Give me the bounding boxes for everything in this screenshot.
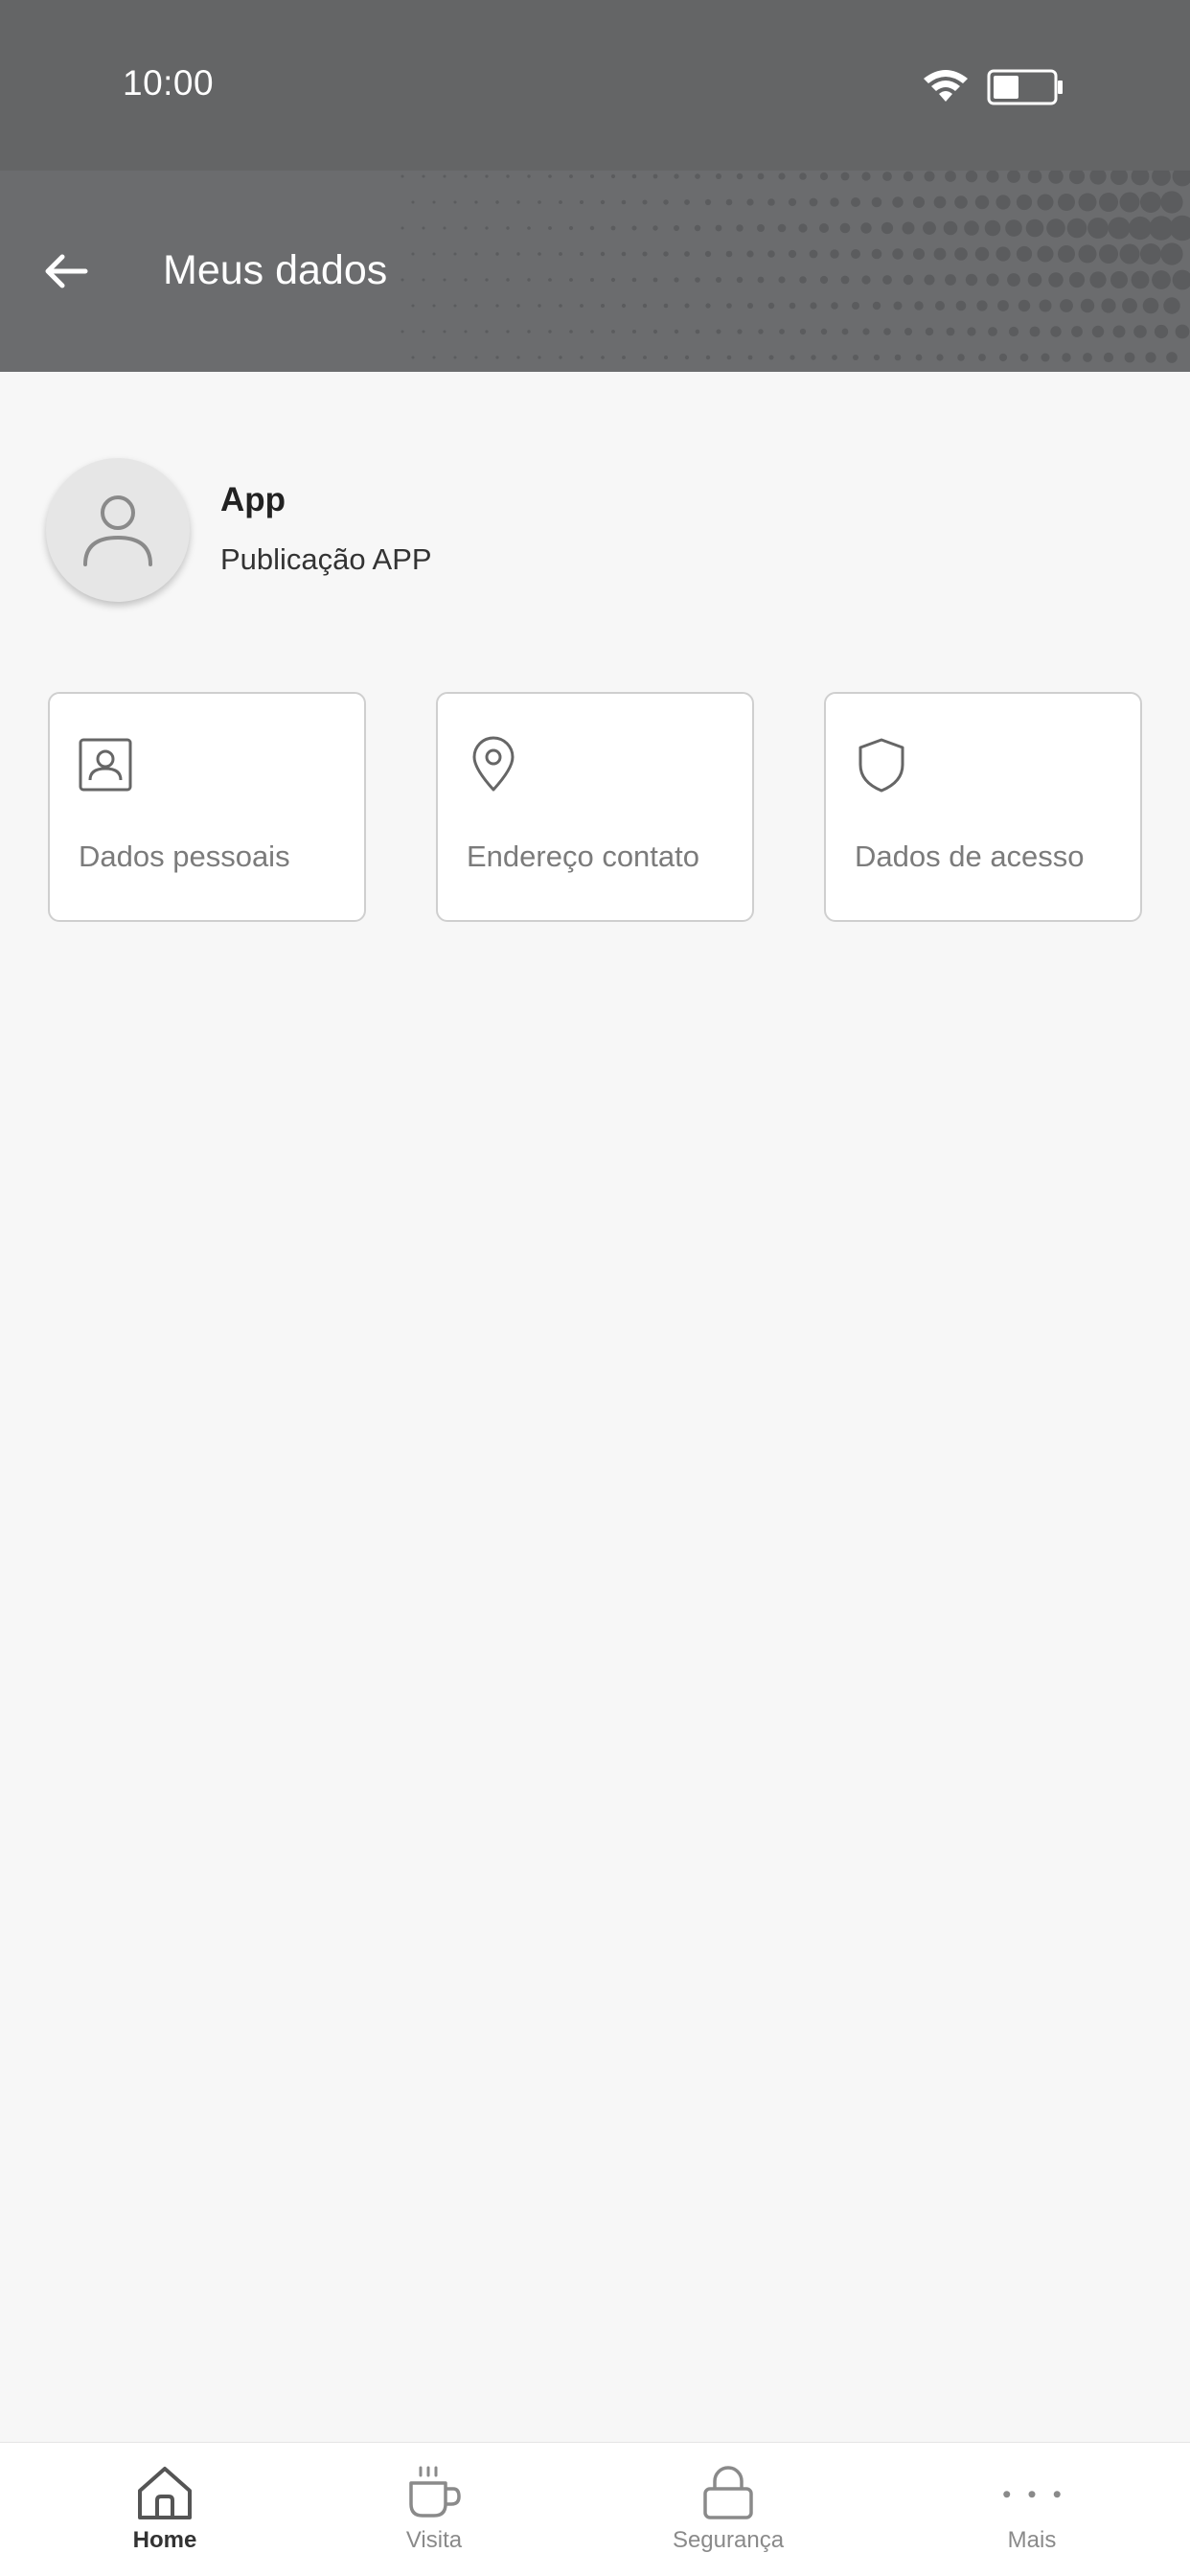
nav-visita[interactable]: Visita <box>319 2443 549 2576</box>
card-label: Dados de acesso <box>855 840 1085 873</box>
nav-label: Visita <box>405 2527 463 2553</box>
user-icon <box>83 495 152 566</box>
card-label: Endereço contato <box>467 840 700 873</box>
back-button[interactable] <box>34 240 98 303</box>
wifi-icon <box>924 70 968 102</box>
nav-label: Segurança <box>672 2527 785 2553</box>
bottom-nav: Home Visita Segurança Mais <box>0 2442 1190 2576</box>
shield-icon <box>858 738 904 793</box>
card-dados-pessoais[interactable]: Dados pessoais <box>48 692 366 922</box>
coffee-cup-icon <box>409 2466 461 2518</box>
card-dados-de-acesso[interactable]: Dados de acesso <box>824 692 1142 922</box>
nav-seguranca[interactable]: Segurança <box>613 2443 843 2576</box>
location-pin-icon <box>472 736 515 792</box>
profile-sections: Dados pessoais Endereço contato Dados de… <box>48 692 1144 924</box>
battery-icon <box>987 69 1063 105</box>
page-title: Meus dados <box>163 247 388 293</box>
home-icon <box>138 2467 192 2519</box>
more-dots-icon <box>1003 2491 1061 2498</box>
card-endereco-contato[interactable]: Endereço contato <box>436 692 754 922</box>
profile-name: App <box>220 481 286 518</box>
card-label: Dados pessoais <box>79 840 290 873</box>
lock-icon <box>703 2466 753 2519</box>
nav-label: Home <box>132 2527 197 2553</box>
status-time: 10:00 <box>123 63 215 103</box>
nav-home[interactable]: Home <box>50 2443 280 2576</box>
app-header: Meus dados <box>0 171 1190 372</box>
status-bar: 10:00 <box>0 0 1190 171</box>
nav-label: Mais <box>1007 2527 1057 2553</box>
nav-mais[interactable]: Mais <box>917 2443 1147 2576</box>
main-content: App Publicação APP Dados pessoais Endere… <box>0 372 1190 2442</box>
avatar[interactable] <box>46 458 190 602</box>
profile-subtitle: Publicação APP <box>220 542 432 576</box>
arrow-left-icon <box>45 254 88 288</box>
id-card-icon <box>79 738 132 792</box>
